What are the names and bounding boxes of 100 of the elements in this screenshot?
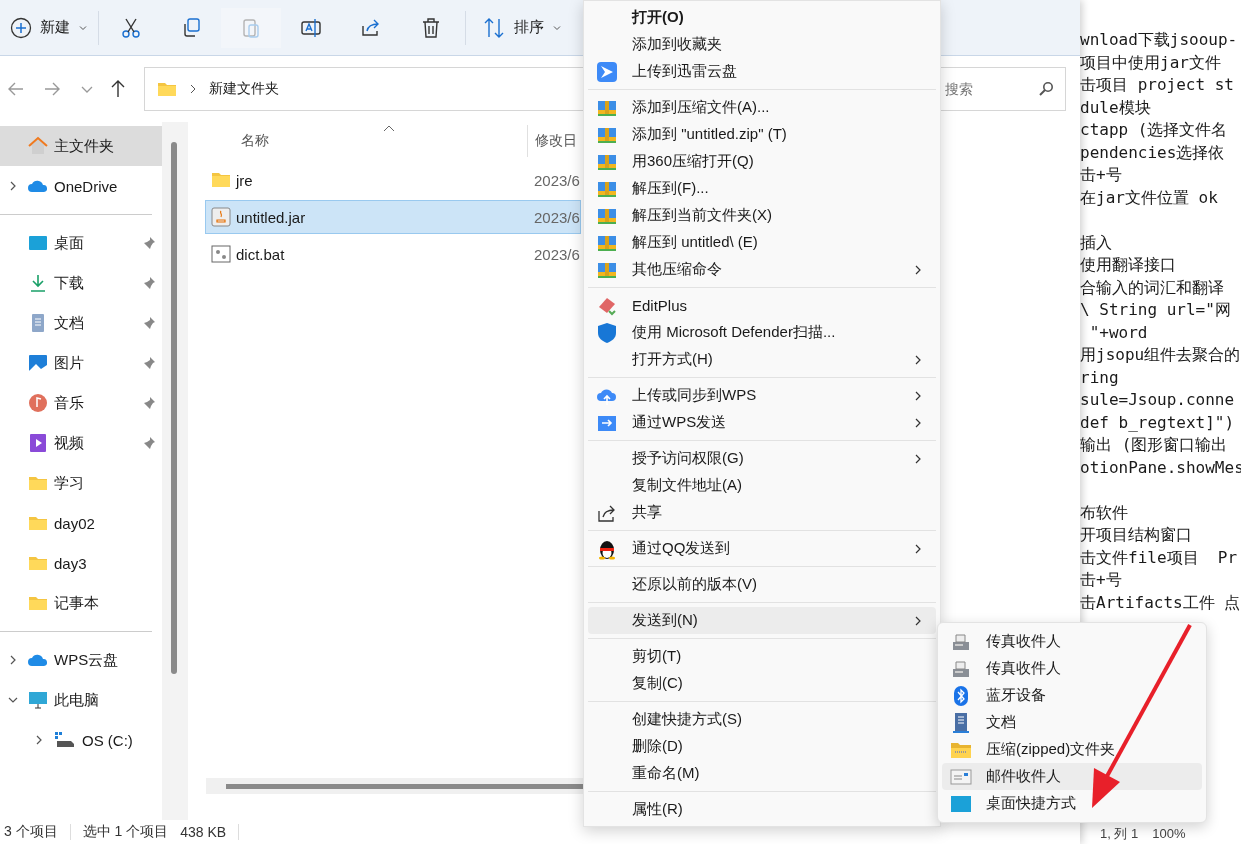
menu-item[interactable]: 打开(O): [588, 4, 936, 31]
text-line: 击+号: [1080, 164, 1123, 186]
sidebar-label: 音乐: [54, 393, 85, 413]
menu-item[interactable]: 通过WPS发送: [588, 409, 936, 436]
menu-item[interactable]: 邮件收件人: [942, 763, 1202, 790]
path-segment[interactable]: 新建文件夹: [209, 80, 279, 98]
column-header[interactable]: 名称: [241, 132, 527, 150]
file-row[interactable]: untitled.jar 2023/6: [205, 200, 581, 234]
sidebar-label: 桌面: [54, 233, 85, 253]
chevron-down-icon[interactable]: [8, 695, 18, 705]
text-line: 击Artifacts工件 点: [1080, 591, 1241, 614]
menu-item[interactable]: 传真收件人: [942, 655, 1202, 682]
file-date: 2023/6: [534, 171, 580, 189]
file-row[interactable]: dict.bat 2023/6: [205, 237, 581, 271]
java-file-icon: [211, 207, 231, 227]
text-line: 布软件: [1080, 501, 1129, 524]
sidebar-item[interactable]: OneDrive: [0, 166, 162, 206]
menu-item[interactable]: 删除(D): [588, 733, 936, 760]
sidebar-item[interactable]: WPS云盘: [0, 640, 162, 680]
text-line: dule模块: [1080, 96, 1152, 119]
pin-icon: [142, 436, 156, 450]
menu-item[interactable]: 添加到收藏夹: [588, 31, 936, 58]
menu-item[interactable]: EditPlus: [588, 292, 936, 319]
sidebar-label: day02: [54, 514, 96, 532]
menu-item[interactable]: 压缩(zipped)文件夹: [942, 736, 1202, 763]
sidebar-item[interactable]: OS (C:): [0, 720, 162, 760]
chevron-right-icon[interactable]: [8, 655, 18, 665]
menu-item[interactable]: 解压到(F)...: [588, 175, 936, 202]
menu-item[interactable]: 传真收件人: [942, 628, 1202, 655]
sidebar-label: day3: [54, 554, 88, 572]
sort-button[interactable]: 排序: [468, 10, 568, 45]
menu-item[interactable]: 打开方式(H): [588, 346, 936, 373]
menu-item[interactable]: 共享: [588, 499, 936, 526]
chevron-right-icon[interactable]: [34, 735, 44, 745]
sidebar-label: 此电脑: [54, 690, 100, 710]
pin-icon: [142, 396, 156, 410]
sidebar-item[interactable]: 此电脑: [0, 680, 162, 720]
menu-item[interactable]: 桌面快捷方式: [942, 790, 1202, 817]
file-date: 2023/6: [534, 208, 580, 226]
text-line: 合输入的词汇和翻译: [1080, 276, 1225, 299]
file-name: dict.bat: [236, 245, 286, 263]
cursor-position: 1, 列 1: [1100, 826, 1139, 843]
pictures-icon: [28, 353, 48, 373]
menu-item[interactable]: 使用 Microsoft Defender扫描...: [588, 319, 936, 346]
sidebar-item[interactable]: day02: [0, 503, 162, 543]
text-line: pendencies选择依: [1080, 141, 1226, 164]
text-line: \ String url="网: [1080, 299, 1232, 321]
sidebar-item[interactable]: 桌面: [0, 223, 162, 263]
menu-item[interactable]: 添加到 "untitled.zip" (T): [588, 121, 936, 148]
menu-item[interactable]: 其他压缩命令: [588, 256, 936, 283]
text-line: sule=Jsoup.conne: [1080, 389, 1236, 411]
menu-item[interactable]: 剪切(T): [588, 643, 936, 670]
column-header[interactable]: 修改日: [535, 132, 577, 150]
menu-item[interactable]: 属性(R): [588, 796, 936, 823]
pin-icon: [142, 356, 156, 370]
home-icon: [28, 136, 48, 156]
file-name: untitled.jar: [236, 208, 307, 226]
text-line: ctapp (选择文件名: [1080, 119, 1229, 141]
menu-item[interactable]: 创建快捷方式(S): [588, 706, 936, 733]
pin-icon: [142, 316, 156, 330]
new-button[interactable]: 新建: [4, 10, 94, 45]
folder-icon: [211, 170, 231, 190]
sidebar-item[interactable]: 主文件夹: [0, 126, 162, 166]
sidebar-item[interactable]: 学习: [0, 463, 162, 503]
menu-item[interactable]: 上传或同步到WPS: [588, 382, 936, 409]
sidebar-label: 学习: [54, 473, 85, 493]
pin-icon: [142, 236, 156, 250]
menu-item[interactable]: 蓝牙设备: [942, 682, 1202, 709]
sidebar-item[interactable]: 文档: [0, 303, 162, 343]
selection-size: 438 KB: [180, 824, 227, 840]
sidebar-item[interactable]: day3: [0, 543, 162, 583]
menu-item[interactable]: 解压到当前文件夹(X): [588, 202, 936, 229]
sidebar-item[interactable]: 视频: [0, 423, 162, 463]
text-line: 项目中使用jar文件: [1080, 51, 1222, 74]
text-line: wnload下载jsooup-: [1080, 29, 1239, 51]
menu-item[interactable]: 文档: [942, 709, 1202, 736]
sidebar-item[interactable]: 记事本: [0, 583, 162, 623]
menu-item[interactable]: 还原以前的版本(V): [588, 571, 936, 598]
file-row[interactable]: jre 2023/6: [205, 163, 581, 197]
sidebar-item[interactable]: 图片: [0, 343, 162, 383]
menu-item[interactable]: 用360压缩打开(Q): [588, 148, 936, 175]
chevron-right-icon: [189, 84, 197, 94]
text-line: 输出 (图形窗口输出: [1080, 434, 1229, 456]
menu-item[interactable]: 重命名(M): [588, 760, 936, 787]
menu-item[interactable]: 复制文件地址(A): [588, 472, 936, 499]
menu-item[interactable]: 复制(C): [588, 670, 936, 697]
desktop-icon: [28, 233, 48, 253]
text-line: 在jar文件位置 ok: [1080, 186, 1219, 209]
text-line: def b_regtext]"): [1080, 411, 1236, 434]
menu-item[interactable]: 发送到(N): [588, 607, 936, 634]
zoom-level: 100%: [1152, 826, 1186, 843]
text-line: 击项目 project st: [1080, 74, 1235, 96]
menu-item[interactable]: 解压到 untitled\ (E): [588, 229, 936, 256]
scrollbar[interactable]: [171, 142, 177, 674]
chevron-right-icon[interactable]: [8, 181, 18, 191]
menu-item[interactable]: 授予访问权限(G): [588, 445, 936, 472]
text-line: 使用翻译接口: [1080, 254, 1177, 276]
sidebar-item[interactable]: 音乐: [0, 383, 162, 423]
menu-item[interactable]: 通过QQ发送到: [588, 535, 936, 562]
sidebar-item[interactable]: 下载: [0, 263, 162, 303]
